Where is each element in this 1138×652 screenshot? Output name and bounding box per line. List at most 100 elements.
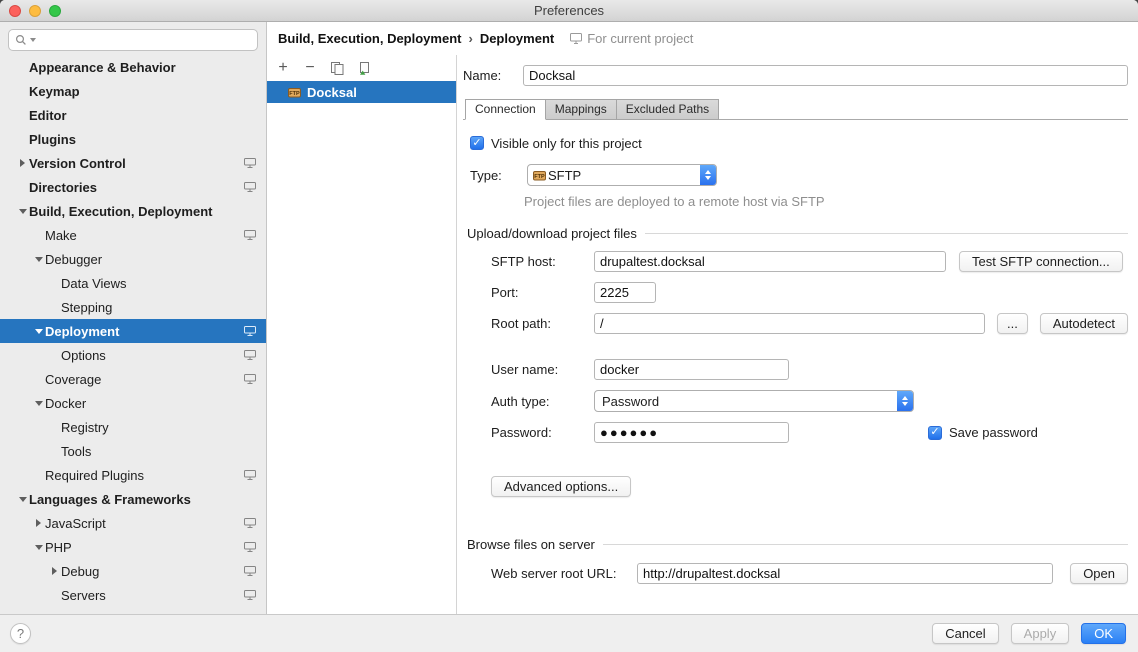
tree-right-arrow-icon[interactable] bbox=[32, 511, 45, 535]
tree-item-servers[interactable]: Servers bbox=[0, 583, 266, 607]
tab-connection[interactable]: Connection bbox=[465, 99, 546, 120]
search-options-caret-icon[interactable] bbox=[30, 38, 36, 42]
tree-arrow-spacer bbox=[32, 223, 45, 247]
open-button[interactable]: Open bbox=[1070, 563, 1128, 584]
tree-arrow-spacer bbox=[16, 127, 29, 151]
cancel-button[interactable]: Cancel bbox=[932, 623, 998, 644]
tree-item-php[interactable]: PHP bbox=[0, 535, 266, 559]
password-label: Password: bbox=[491, 425, 594, 440]
type-help-text: Project files are deployed to a remote h… bbox=[524, 194, 1128, 210]
ok-button[interactable]: OK bbox=[1081, 623, 1126, 644]
save-password-checkbox[interactable]: ✓ bbox=[928, 426, 942, 440]
tree-item-plugins[interactable]: Plugins bbox=[0, 127, 266, 151]
tree-item-label: Debugger bbox=[45, 252, 102, 267]
server-list-item-docksal[interactable]: FTPDocksal bbox=[267, 81, 456, 103]
tree-arrow-spacer bbox=[48, 271, 61, 295]
tree-item-label: Editor bbox=[29, 108, 67, 123]
tree-down-arrow-icon[interactable] bbox=[32, 319, 45, 343]
tree-item-make[interactable]: Make bbox=[0, 223, 266, 247]
tree-arrow-spacer bbox=[16, 55, 29, 79]
tree-item-label: Stepping bbox=[61, 300, 112, 315]
tree-item-editor[interactable]: Editor bbox=[0, 103, 266, 127]
settings-tree: Appearance & Behavior Keymap Editor Plugins… bbox=[0, 55, 266, 607]
tree-item-options[interactable]: Options bbox=[0, 343, 266, 367]
tree-down-arrow-icon[interactable] bbox=[16, 487, 29, 511]
checkmark-icon: ✓ bbox=[472, 138, 481, 149]
web-root-input[interactable] bbox=[637, 563, 1053, 584]
auth-type-dropdown[interactable]: Password bbox=[594, 390, 914, 412]
tree-item-build-execution-deployment[interactable]: Build, Execution, Deployment bbox=[0, 199, 266, 223]
password-input[interactable] bbox=[594, 422, 789, 443]
help-button[interactable]: ? bbox=[10, 623, 31, 644]
servers-panel: + − FTPDocksal bbox=[267, 55, 457, 614]
tree-item-label: Coverage bbox=[45, 372, 101, 387]
tree-item-stepping[interactable]: Stepping bbox=[0, 295, 266, 319]
tree-item-label: Make bbox=[45, 228, 77, 243]
tree-item-javascript[interactable]: JavaScript bbox=[0, 511, 266, 535]
tree-item-docker[interactable]: Docker bbox=[0, 391, 266, 415]
sftp-host-input[interactable] bbox=[594, 251, 946, 272]
autodetect-button[interactable]: Autodetect bbox=[1040, 313, 1128, 334]
tree-item-debug[interactable]: Debug bbox=[0, 559, 266, 583]
tree-item-registry[interactable]: Registry bbox=[0, 415, 266, 439]
tree-down-arrow-icon[interactable] bbox=[32, 247, 45, 271]
advanced-options-button[interactable]: Advanced options... bbox=[491, 476, 631, 497]
tree-item-keymap[interactable]: Keymap bbox=[0, 79, 266, 103]
user-name-input[interactable] bbox=[594, 359, 789, 380]
per-project-settings-icon bbox=[244, 518, 256, 528]
visible-only-checkbox[interactable]: ✓ bbox=[470, 136, 484, 150]
tab-excluded-paths[interactable]: Excluded Paths bbox=[616, 99, 719, 120]
settings-search-field[interactable] bbox=[8, 29, 258, 51]
tree-item-label: Data Views bbox=[61, 276, 127, 291]
tree-item-label: Appearance & Behavior bbox=[29, 60, 176, 75]
settings-sidebar: Appearance & Behavior Keymap Editor Plugins… bbox=[0, 22, 267, 614]
dropdown-stepper-icon bbox=[700, 165, 716, 185]
tree-item-data-views[interactable]: Data Views bbox=[0, 271, 266, 295]
paste-server-button[interactable] bbox=[357, 62, 371, 75]
sftp-host-label: SFTP host: bbox=[491, 254, 594, 269]
port-label: Port: bbox=[491, 285, 594, 300]
per-project-settings-icon bbox=[244, 230, 256, 240]
tree-right-arrow-icon[interactable] bbox=[48, 559, 61, 583]
breadcrumb-section[interactable]: Build, Execution, Deployment bbox=[278, 31, 461, 46]
tree-down-arrow-icon[interactable] bbox=[32, 391, 45, 415]
apply-button[interactable]: Apply bbox=[1011, 623, 1070, 644]
tree-item-deployment[interactable]: Deployment bbox=[0, 319, 266, 343]
copy-server-button[interactable] bbox=[330, 62, 344, 75]
name-input[interactable] bbox=[523, 65, 1128, 86]
tree-item-label: Options bbox=[61, 348, 106, 363]
per-project-settings-icon bbox=[244, 374, 256, 384]
remove-server-button[interactable]: − bbox=[303, 60, 317, 76]
tree-arrow-spacer bbox=[32, 463, 45, 487]
type-dropdown[interactable]: FTP SFTP bbox=[527, 164, 717, 186]
tree-item-label: JavaScript bbox=[45, 516, 106, 531]
test-sftp-connection-button[interactable]: Test SFTP connection... bbox=[959, 251, 1123, 272]
tree-item-coverage[interactable]: Coverage bbox=[0, 367, 266, 391]
per-project-settings-icon bbox=[244, 350, 256, 360]
breadcrumb: Build, Execution, Deployment › Deploymen… bbox=[267, 22, 1138, 55]
tree-item-appearance-behavior[interactable]: Appearance & Behavior bbox=[0, 55, 266, 79]
tree-item-label: Build, Execution, Deployment bbox=[29, 204, 212, 219]
tree-down-arrow-icon[interactable] bbox=[32, 535, 45, 559]
tree-arrow-spacer bbox=[48, 343, 61, 367]
checkmark-icon: ✓ bbox=[930, 427, 939, 438]
tab-mappings[interactable]: Mappings bbox=[545, 99, 617, 120]
tree-item-required-plugins[interactable]: Required Plugins bbox=[0, 463, 266, 487]
window-title: Preferences bbox=[0, 3, 1138, 18]
browse-root-path-button[interactable]: ... bbox=[997, 313, 1028, 334]
section-divider bbox=[645, 233, 1128, 234]
connection-tab-content: ✓ Visible only for this project Type: FT… bbox=[463, 119, 1128, 584]
per-project-settings-icon bbox=[244, 470, 256, 480]
save-password-group: ✓ Save password bbox=[928, 425, 1038, 440]
add-server-button[interactable]: + bbox=[276, 60, 290, 76]
tree-right-arrow-icon[interactable] bbox=[16, 151, 29, 175]
tree-down-arrow-icon[interactable] bbox=[16, 199, 29, 223]
tree-item-version-control[interactable]: Version Control bbox=[0, 151, 266, 175]
port-input[interactable] bbox=[594, 282, 656, 303]
name-label: Name: bbox=[463, 68, 523, 83]
tree-item-languages-frameworks[interactable]: Languages & Frameworks bbox=[0, 487, 266, 511]
root-path-input[interactable] bbox=[594, 313, 985, 334]
tree-item-directories[interactable]: Directories bbox=[0, 175, 266, 199]
tree-item-debugger[interactable]: Debugger bbox=[0, 247, 266, 271]
tree-item-tools[interactable]: Tools bbox=[0, 439, 266, 463]
